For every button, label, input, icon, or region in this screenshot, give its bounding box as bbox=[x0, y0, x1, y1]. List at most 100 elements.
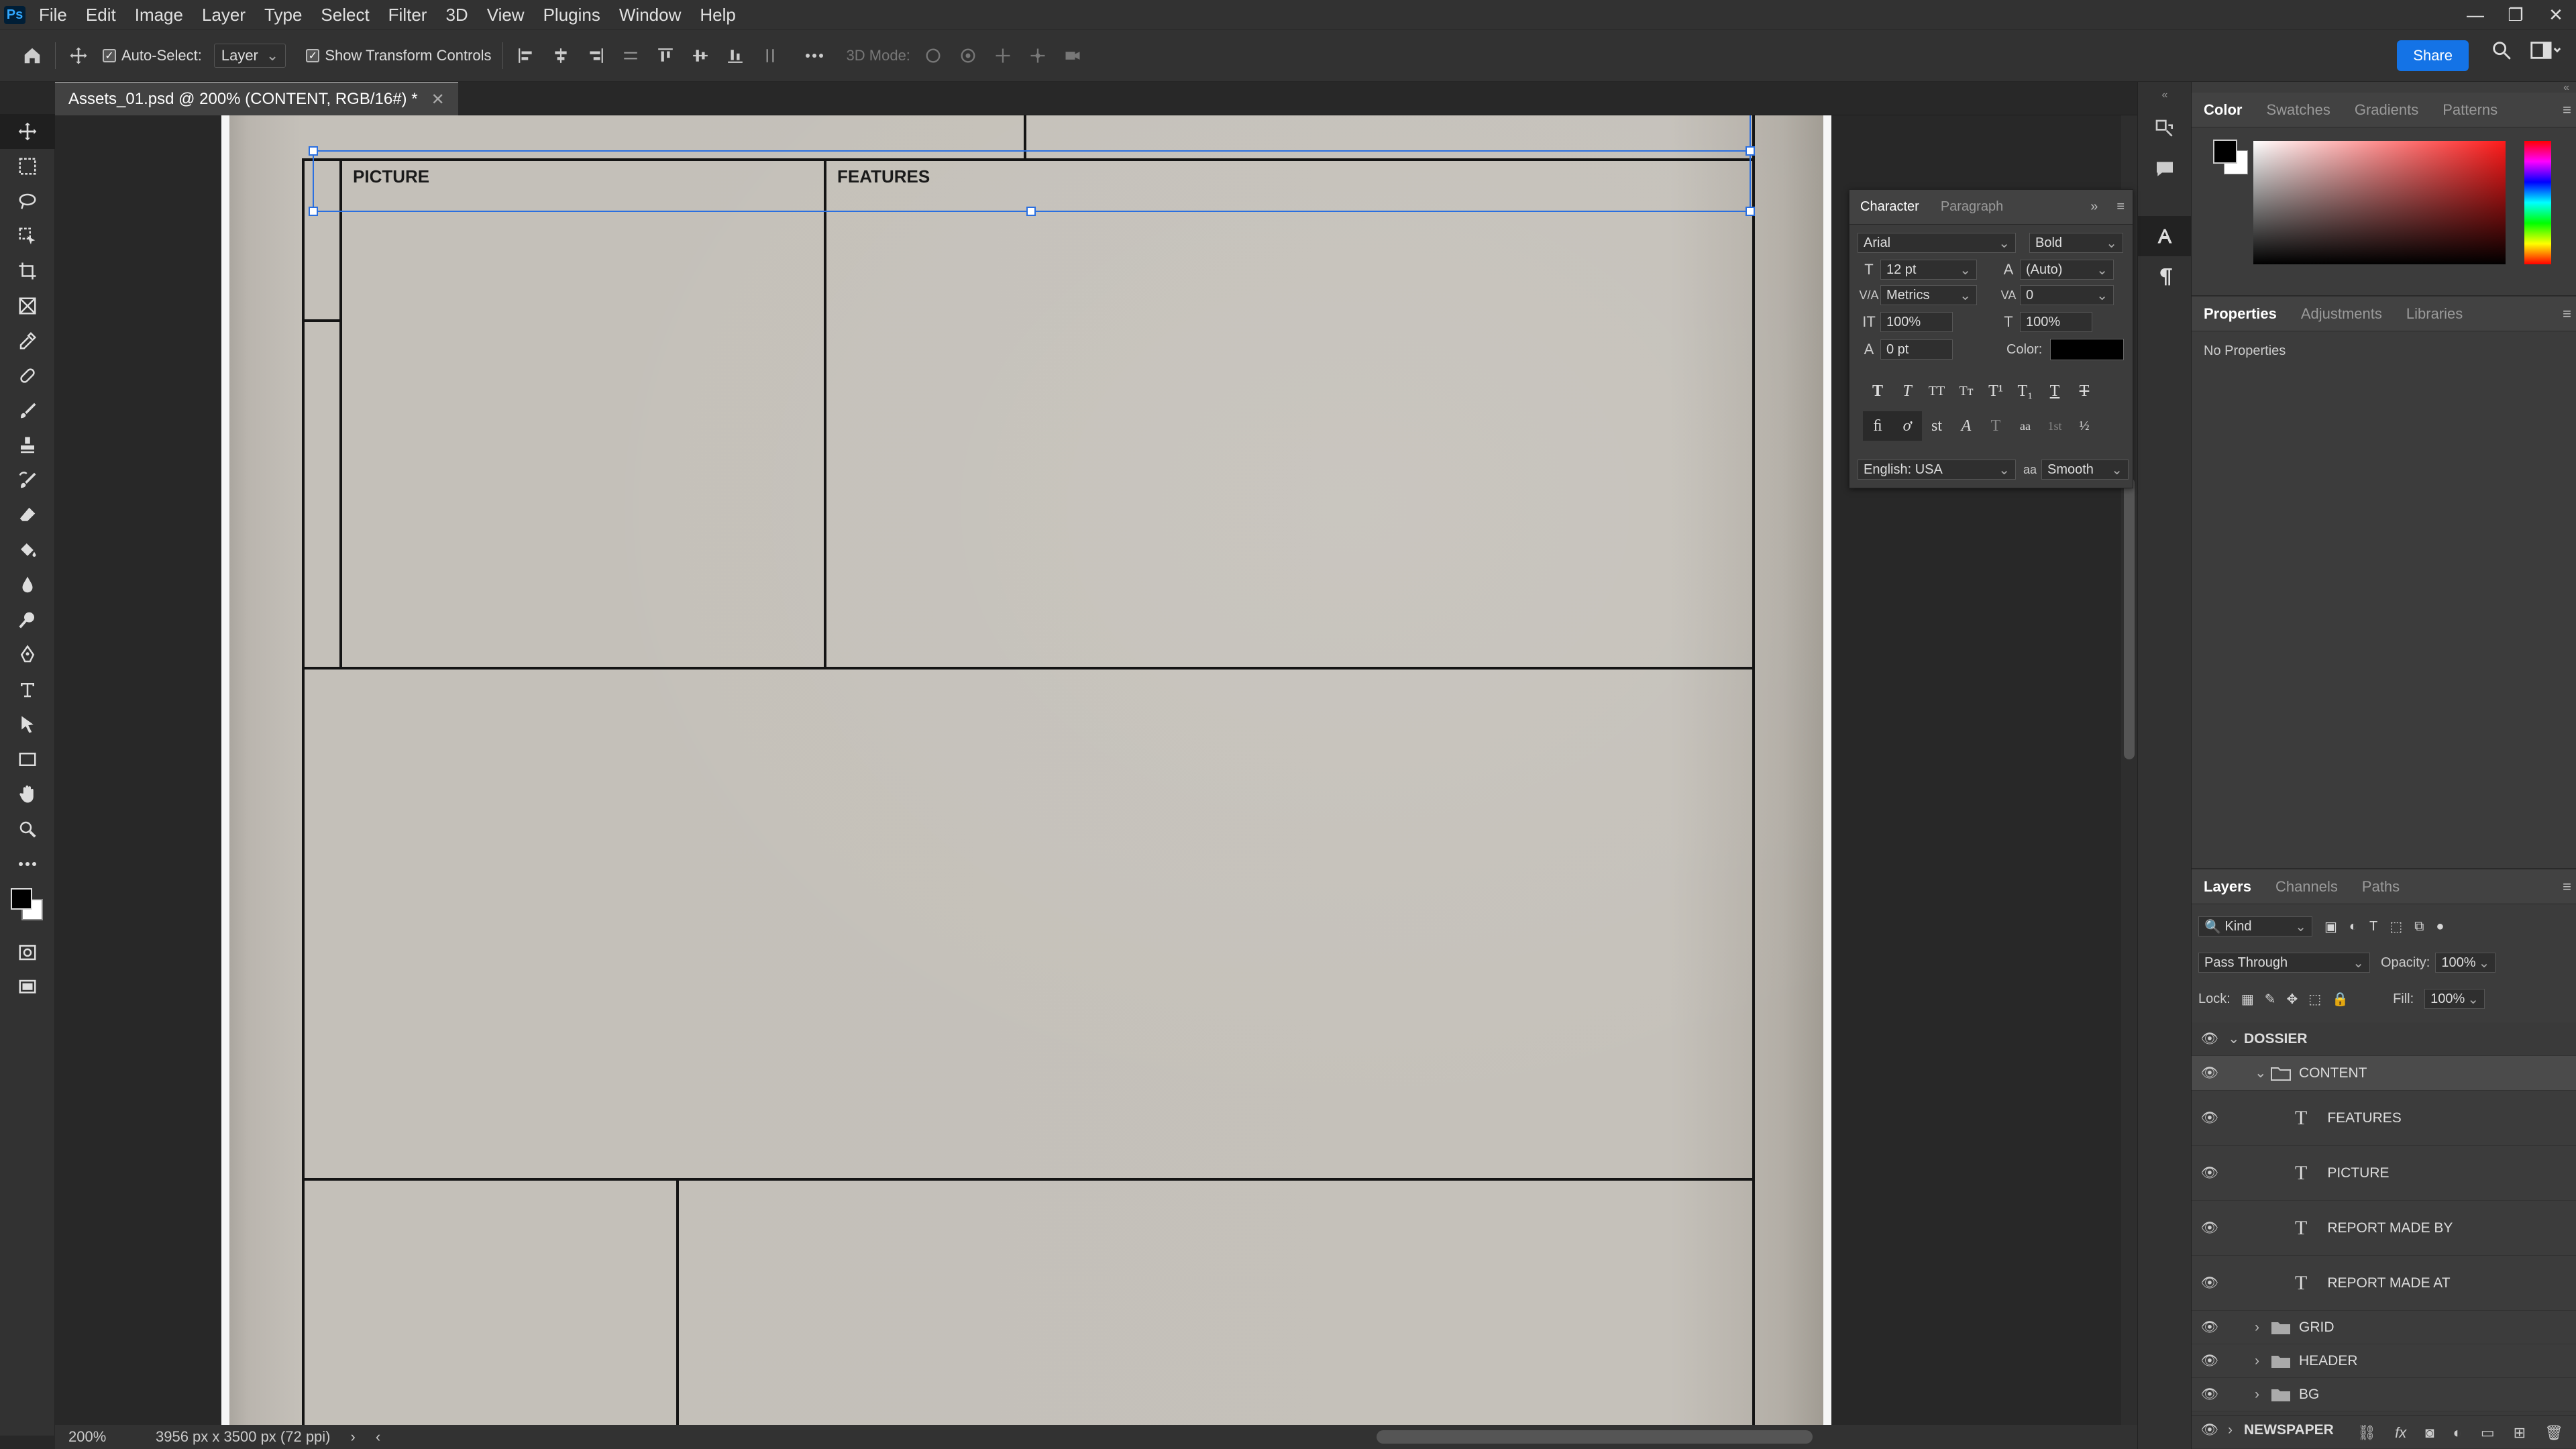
document-tab[interactable]: Assets_01.psd @ 200% (CONTENT, RGB/16#) … bbox=[55, 82, 458, 115]
align-middle-icon[interactable] bbox=[688, 44, 712, 68]
filter-smart-object-icon[interactable]: ⧉ bbox=[2414, 919, 2424, 934]
visibility-eye-icon[interactable]: 👁 bbox=[2192, 1031, 2228, 1047]
collapse-chevron-icon[interactable]: › bbox=[2255, 1353, 2271, 1369]
language-dropdown[interactable]: English: USA bbox=[1858, 460, 2016, 480]
blur-tool-icon[interactable] bbox=[0, 568, 55, 602]
layer-row-features[interactable]: 👁 T FEATURES bbox=[2192, 1091, 2576, 1146]
layer-row-picture[interactable]: 👁 T PICTURE bbox=[2192, 1146, 2576, 1201]
underline-icon[interactable]: T bbox=[2040, 376, 2070, 406]
strikethrough-icon[interactable]: T bbox=[2070, 376, 2099, 406]
visibility-eye-icon[interactable]: 👁 bbox=[2192, 1353, 2228, 1369]
lock-artboard-icon[interactable]: ⬚ bbox=[2308, 991, 2321, 1008]
more-options-icon[interactable] bbox=[802, 44, 826, 68]
new-layer-icon[interactable]: ⊞ bbox=[2514, 1424, 2526, 1442]
marquee-tool-icon[interactable] bbox=[0, 149, 55, 184]
faux-bold-icon[interactable]: T bbox=[1863, 376, 1892, 406]
close-tab-icon[interactable]: ✕ bbox=[431, 90, 445, 109]
tab-adjustments[interactable]: Adjustments bbox=[2289, 305, 2394, 323]
tracking-field[interactable]: 0 bbox=[2020, 285, 2114, 305]
menu-file[interactable]: File bbox=[30, 5, 76, 25]
lock-position-icon[interactable]: ✥ bbox=[2286, 991, 2298, 1008]
layer-effects-icon[interactable]: fx bbox=[2395, 1424, 2406, 1442]
status-menu-chevron-icon[interactable]: › bbox=[351, 1428, 356, 1446]
menu-edit[interactable]: Edit bbox=[76, 5, 125, 25]
auto-select-checkbox[interactable]: ✓ Auto-Select: bbox=[103, 47, 202, 64]
anti-alias-dropdown[interactable]: Smooth bbox=[2041, 460, 2129, 480]
layer-row-report-made-at[interactable]: 👁 T REPORT MADE AT bbox=[2192, 1256, 2576, 1311]
layers-panel-menu-icon[interactable]: ≡ bbox=[2563, 878, 2571, 896]
screen-mode-icon[interactable] bbox=[0, 970, 55, 1005]
old-style-icon[interactable]: ơ bbox=[1892, 411, 1922, 441]
adjustment-layer-icon[interactable]: ◐ bbox=[2453, 1424, 2462, 1442]
eraser-tool-icon[interactable] bbox=[0, 498, 55, 533]
collapse-chevron-icon[interactable]: › bbox=[2255, 1387, 2271, 1403]
visibility-eye-icon[interactable]: 👁 bbox=[2192, 1110, 2228, 1126]
tab-swatches[interactable]: Swatches bbox=[2254, 101, 2342, 119]
paint-bucket-tool-icon[interactable] bbox=[0, 533, 55, 568]
tab-paths[interactable]: Paths bbox=[2350, 878, 2412, 896]
color-foreground-swatch[interactable] bbox=[2213, 140, 2237, 164]
menu-select[interactable]: Select bbox=[311, 5, 378, 25]
document-size-info[interactable]: 3956 px x 3500 px (72 ppi) bbox=[156, 1428, 331, 1446]
zoom-tool-icon[interactable] bbox=[0, 812, 55, 847]
layer-row-bg[interactable]: 👁 › BG bbox=[2192, 1378, 2576, 1411]
kerning-field[interactable]: Metrics bbox=[1880, 285, 1977, 305]
edit-toolbar-icon[interactable] bbox=[0, 847, 55, 881]
visibility-eye-icon[interactable]: 👁 bbox=[2192, 1065, 2228, 1081]
lock-all-icon[interactable]: 🔒 bbox=[2332, 991, 2349, 1008]
history-panel-icon[interactable] bbox=[2138, 109, 2192, 149]
visibility-eye-icon[interactable]: 👁 bbox=[2192, 1220, 2228, 1236]
expand-panel-icon[interactable]: » bbox=[2080, 199, 2108, 215]
expand-chevron-icon[interactable]: ⌄ bbox=[2255, 1065, 2271, 1081]
distribute-icon[interactable] bbox=[619, 44, 643, 68]
tab-color[interactable]: Color bbox=[2192, 101, 2254, 119]
transform-handle[interactable] bbox=[1026, 207, 1036, 216]
tab-properties[interactable]: Properties bbox=[2192, 305, 2289, 323]
all-caps-icon[interactable]: TT bbox=[1922, 376, 1951, 406]
titling-icon[interactable]: T bbox=[1981, 411, 2010, 441]
character-panel-icon[interactable] bbox=[2138, 216, 2192, 256]
transform-handle[interactable] bbox=[1746, 207, 1755, 216]
tab-channels[interactable]: Channels bbox=[2263, 878, 2350, 896]
clone-stamp-tool-icon[interactable] bbox=[0, 428, 55, 463]
layer-filter-dropdown[interactable]: 🔍 Kind bbox=[2198, 916, 2312, 936]
opacity-field[interactable]: 100% bbox=[2435, 953, 2496, 973]
object-selection-tool-icon[interactable] bbox=[0, 219, 55, 254]
tab-libraries[interactable]: Libraries bbox=[2394, 305, 2475, 323]
search-icon[interactable] bbox=[2490, 39, 2513, 62]
visibility-eye-icon[interactable]: 👁 bbox=[2192, 1320, 2228, 1336]
font-size-field[interactable]: 12 pt bbox=[1880, 260, 1977, 280]
healing-brush-tool-icon[interactable] bbox=[0, 358, 55, 393]
ligatures-icon[interactable]: ﬁ bbox=[1863, 411, 1892, 441]
home-icon[interactable] bbox=[20, 44, 44, 68]
swash-icon[interactable]: A bbox=[1951, 411, 1981, 441]
menu-image[interactable]: Image bbox=[125, 5, 193, 25]
tab-character[interactable]: Character bbox=[1849, 199, 1930, 215]
properties-panel-menu-icon[interactable]: ≡ bbox=[2563, 305, 2571, 323]
show-transform-checkbox[interactable]: ✓ Show Transform Controls bbox=[306, 47, 492, 64]
filter-type-icon[interactable]: T bbox=[2369, 919, 2377, 934]
align-top-icon[interactable] bbox=[653, 44, 678, 68]
rectangle-tool-icon[interactable] bbox=[0, 742, 55, 777]
path-selection-tool-icon[interactable] bbox=[0, 707, 55, 742]
tab-patterns[interactable]: Patterns bbox=[2430, 101, 2510, 119]
workspace-icon[interactable] bbox=[2529, 39, 2563, 62]
type-tool-icon[interactable] bbox=[0, 672, 55, 707]
quick-mask-icon[interactable] bbox=[0, 935, 55, 970]
tab-layers[interactable]: Layers bbox=[2192, 878, 2263, 896]
minimize-icon[interactable]: — bbox=[2455, 0, 2496, 30]
filter-shape-icon[interactable]: ⬚ bbox=[2390, 918, 2402, 935]
frame-tool-icon[interactable] bbox=[0, 288, 55, 323]
menu-type[interactable]: Type bbox=[255, 5, 311, 25]
dodge-tool-icon[interactable] bbox=[0, 602, 55, 637]
scroll-left-icon[interactable]: ‹ bbox=[376, 1428, 380, 1446]
align-center-icon[interactable] bbox=[549, 44, 573, 68]
share-button[interactable]: Share bbox=[2397, 40, 2469, 71]
lasso-tool-icon[interactable] bbox=[0, 184, 55, 219]
transform-handle[interactable] bbox=[1746, 146, 1755, 156]
comments-panel-icon[interactable] bbox=[2138, 149, 2192, 189]
new-group-icon[interactable]: ▭ bbox=[2481, 1424, 2495, 1442]
collapse-panels-icon[interactable]: « bbox=[2138, 82, 2192, 109]
zoom-level[interactable]: 200% bbox=[68, 1428, 136, 1446]
menu-3d[interactable]: 3D bbox=[436, 5, 477, 25]
